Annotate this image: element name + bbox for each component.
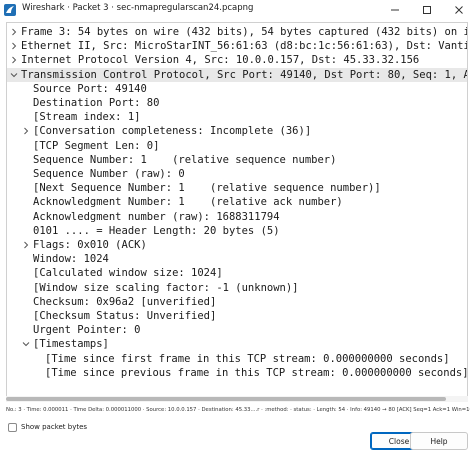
tree-row-label: [Time since previous frame in this TCP s…: [45, 366, 468, 379]
tree-row-label: [Time since first frame in this TCP stre…: [45, 352, 450, 365]
close-icon: [455, 6, 463, 14]
tree-row[interactable]: Urgent Pointer: 0: [7, 323, 467, 337]
show-packet-bytes-checkbox[interactable]: [8, 422, 17, 432]
tree-row-label: Acknowledgment Number: 1 (relative ack n…: [33, 196, 343, 209]
scrollbar-thumb[interactable]: [6, 397, 446, 401]
chevron-down-icon[interactable]: [21, 337, 31, 351]
wireshark-fin-icon: [4, 4, 16, 16]
horizontal-scrollbar[interactable]: [6, 396, 468, 402]
close-window-button[interactable]: [444, 0, 474, 20]
chevron-right-icon[interactable]: [9, 25, 19, 39]
tree-row[interactable]: Destination Port: 80: [7, 96, 467, 110]
tree-row-label: Flags: 0x010 (ACK): [33, 239, 147, 251]
minimize-icon: [391, 9, 399, 11]
maximize-button[interactable]: [412, 0, 442, 20]
tree-row-label: [Window size scaling factor: -1 (unknown…: [33, 281, 299, 294]
help-button[interactable]: Help: [410, 432, 468, 450]
tree-row-label: Source Port: 49140: [33, 82, 147, 95]
show-packet-bytes-option[interactable]: Show packet bytes: [8, 421, 87, 433]
tree-row[interactable]: [Window size scaling factor: -1 (unknown…: [7, 281, 467, 295]
tree-row[interactable]: Frame 3: 54 bytes on wire (432 bits), 54…: [7, 25, 467, 39]
tree-row[interactable]: [Conversation completeness: Incomplete (…: [7, 124, 467, 138]
tree-row-label: Sequence Number (raw): 0: [33, 168, 185, 180]
tree-row[interactable]: [Checksum Status: Unverified]: [7, 309, 467, 323]
tree-row[interactable]: [Next Sequence Number: 1 (relative seque…: [7, 181, 467, 195]
tree-row-label: [Calculated window size: 1024]: [33, 267, 223, 280]
tree-row[interactable]: [Calculated window size: 1024]: [7, 266, 467, 280]
tree-row-label: Destination Port: 80: [33, 97, 160, 109]
chevron-right-icon[interactable]: [9, 39, 19, 53]
packet-details-tree[interactable]: Frame 3: 54 bytes on wire (432 bits), 54…: [6, 22, 468, 402]
tree-row[interactable]: Source Port: 49140: [7, 82, 467, 96]
tree-row-label: [Timestamps]: [33, 338, 109, 351]
tree-row[interactable]: Window: 1024: [7, 252, 467, 266]
tree-row-label: Frame 3: 54 bytes on wire (432 bits), 54…: [21, 26, 467, 38]
window-title: Wireshark · Packet 3 · sec-nmapregularsc…: [22, 3, 254, 13]
tree-row-label: [TCP Segment Len: 0]: [33, 139, 160, 152]
tree-row[interactable]: Sequence Number (raw): 0: [7, 167, 467, 181]
tree-row[interactable]: [Time since first frame in this TCP stre…: [7, 352, 467, 366]
tree-row[interactable]: Internet Protocol Version 4, Src: 10.0.0…: [7, 53, 467, 67]
tree-row[interactable]: Flags: 0x010 (ACK): [7, 238, 467, 252]
tree-row-label: [Stream index: 1]: [33, 111, 141, 124]
tree-row-label: Ethernet II, Src: MicroStarINT_56:61:63 …: [21, 40, 468, 53]
chevron-right-icon[interactable]: [21, 124, 31, 138]
tree-row[interactable]: Sequence Number: 1 (relative sequence nu…: [7, 153, 467, 167]
tree-row-label: Checksum: 0x96a2 [unverified]: [33, 295, 217, 308]
minimize-button[interactable]: [380, 0, 410, 20]
tree-row[interactable]: [TCP Segment Len: 0]: [7, 139, 467, 153]
maximize-icon: [423, 6, 431, 14]
tree-row-label: Window: 1024: [33, 253, 109, 266]
tree-row[interactable]: [Time since previous frame in this TCP s…: [7, 366, 468, 380]
packet-summary-line: No.: 3 · Time: 0.000011 · Time Delta: 0.…: [6, 407, 470, 413]
tree-row[interactable]: Acknowledgment number (raw): 1688311794: [7, 210, 467, 224]
tree-row[interactable]: Acknowledgment Number: 1 (relative ack n…: [7, 195, 467, 209]
tree-row-label: [Conversation completeness: Incomplete (…: [33, 125, 312, 138]
tree-row[interactable]: [Stream index: 1]: [7, 110, 467, 124]
tree-row-label: [Checksum Status: Unverified]: [33, 310, 217, 322]
tree-row[interactable]: 0101 .... = Header Length: 20 bytes (5): [7, 224, 467, 238]
chevron-right-icon[interactable]: [9, 53, 19, 67]
tree-row-label: Urgent Pointer: 0: [33, 324, 141, 337]
tree-row-label: [Next Sequence Number: 1 (relative seque…: [33, 182, 381, 195]
chevron-right-icon[interactable]: [21, 238, 31, 252]
tree-row-label: Sequence Number: 1 (relative sequence nu…: [33, 153, 337, 166]
tree-row[interactable]: [Timestamps]: [7, 337, 467, 351]
tree-row-label: Internet Protocol Version 4, Src: 10.0.0…: [21, 54, 420, 67]
tree-row[interactable]: Checksum: 0x96a2 [unverified]: [7, 295, 467, 309]
tree-row[interactable]: Ethernet II, Src: MicroStarINT_56:61:63 …: [7, 39, 468, 53]
tree-row-label: Transmission Control Protocol, Src Port:…: [21, 68, 468, 81]
title-bar: Wireshark · Packet 3 · sec-nmapregularsc…: [0, 0, 474, 20]
show-packet-bytes-label: Show packet bytes: [21, 423, 88, 431]
tree-row-label: 0101 .... = Header Length: 20 bytes (5): [33, 224, 280, 237]
tree-row-label: Acknowledgment number (raw): 1688311794: [33, 210, 280, 223]
tree-row[interactable]: Transmission Control Protocol, Src Port:…: [7, 67, 468, 82]
chevron-down-icon[interactable]: [9, 68, 19, 82]
